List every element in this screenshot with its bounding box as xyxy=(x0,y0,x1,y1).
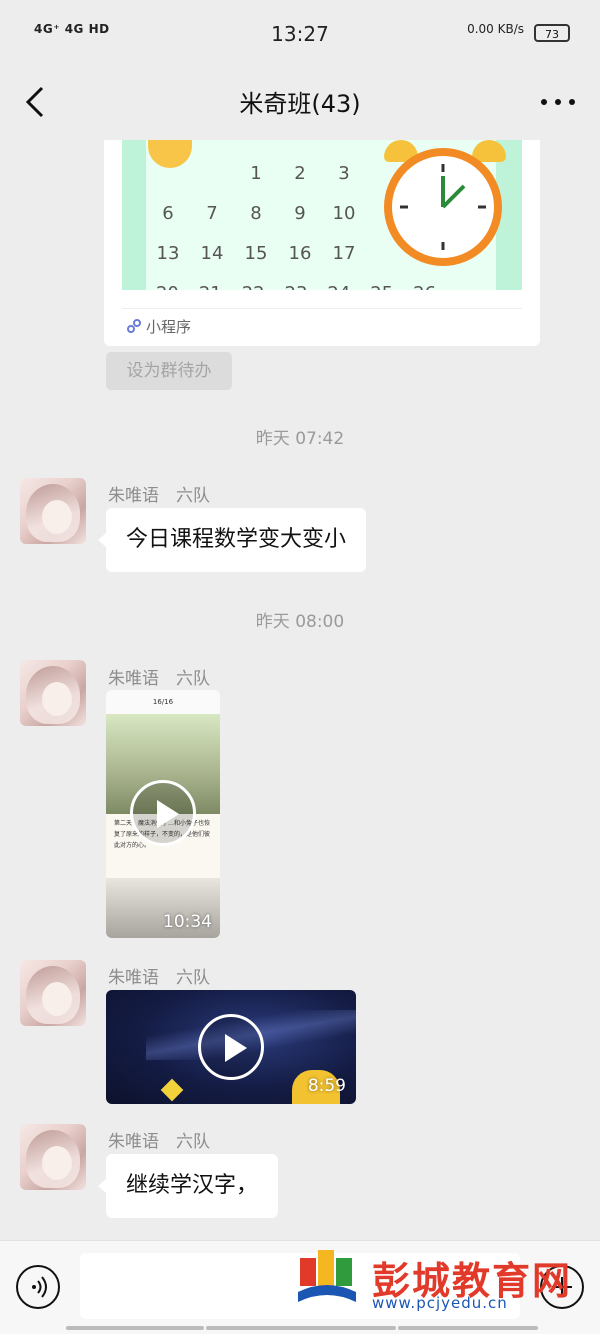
bubble-tail xyxy=(98,1179,106,1193)
more-button[interactable] xyxy=(536,84,580,120)
mini-program-icon xyxy=(127,319,141,333)
mini-program-label: 小程序 xyxy=(146,318,192,336)
watermark-logo-icon xyxy=(298,1250,356,1302)
watermark-url: www.pcjyedu.cn xyxy=(372,1294,508,1312)
message-timestamp: 昨天 07:42 xyxy=(255,429,345,449)
play-icon[interactable] xyxy=(130,780,196,846)
network-speed: 0.00 KB/s xyxy=(467,22,524,36)
sender-name: 朱唯语 六队 xyxy=(108,669,210,689)
message-bubble[interactable]: 继续学汉字， xyxy=(106,1154,279,1218)
nav-indicator xyxy=(66,1326,204,1330)
sender-name: 朱唯语 六队 xyxy=(108,968,210,988)
battery-icon: 73 xyxy=(534,24,570,42)
nav-indicator xyxy=(206,1326,396,1330)
video-page-indicator: 16/16 xyxy=(106,690,220,714)
sender-name: 朱唯语 六队 xyxy=(108,486,210,506)
play-icon[interactable] xyxy=(198,1014,264,1080)
avatar[interactable] xyxy=(20,660,86,726)
avatar[interactable] xyxy=(20,1124,86,1190)
video-message[interactable]: 8:59 xyxy=(106,990,356,1104)
chat-title: 米奇班(43) xyxy=(239,90,361,118)
mini-program-card[interactable]: 123 678910 1314151617 20212223242526 小程序 xyxy=(104,140,540,346)
voice-input-button[interactable] xyxy=(16,1265,60,1309)
message-timestamp: 昨天 08:00 xyxy=(255,612,345,632)
avatar[interactable] xyxy=(20,960,86,1026)
avatar[interactable] xyxy=(20,478,86,544)
set-group-todo-button[interactable]: 设为群待办 xyxy=(106,352,232,390)
video-duration: 10:34 xyxy=(163,912,212,932)
sender-name: 朱唯语 六队 xyxy=(108,1132,210,1152)
card-divider xyxy=(122,308,522,309)
chat-header: 米奇班(43) xyxy=(0,66,600,136)
voice-icon xyxy=(32,1276,47,1298)
calendar-clock-image: 123 678910 1314151617 20212223242526 xyxy=(122,140,522,290)
video-duration: 8:59 xyxy=(307,1076,346,1096)
star-icon xyxy=(160,1078,184,1102)
video-message[interactable]: 16/16 第二天，魔法消失了…和小兔子也恢复了原来的样子，不变的，是他们彼此对… xyxy=(106,690,220,938)
message-bubble[interactable]: 今日课程数学变大变小 xyxy=(106,508,367,572)
status-bar: 4G⁺ 4G HD 13:27 0.00 KB/s 73 xyxy=(0,0,600,66)
more-dots-icon xyxy=(541,99,575,105)
nav-indicator xyxy=(398,1326,538,1330)
alarm-clock-icon xyxy=(384,148,502,266)
bubble-tail xyxy=(98,533,106,547)
